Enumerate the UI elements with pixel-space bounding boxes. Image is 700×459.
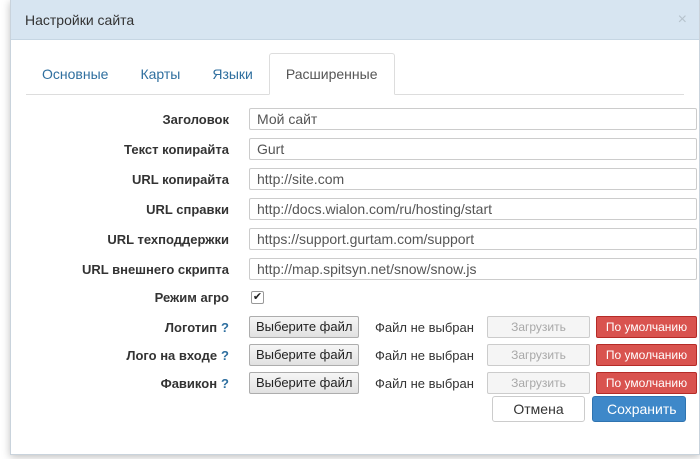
help-icon[interactable]: ? (221, 348, 229, 363)
settings-tabs: Основные Карты Языки Расширенные (26, 53, 684, 95)
cancel-button[interactable]: Отмена (492, 396, 585, 422)
reset-default-button[interactable]: По умолчанию (596, 316, 697, 338)
choose-file-button[interactable]: Выберите файл (249, 344, 360, 366)
agro-mode-checkbox[interactable]: ✔ (251, 290, 264, 304)
support-url-label: URL техподдержки (107, 231, 229, 247)
reset-default-button[interactable]: По умолчанию (596, 372, 697, 394)
login-logo-label: Лого на входе? (126, 347, 229, 363)
upload-button[interactable]: Загрузить (487, 316, 590, 338)
support-url-input[interactable]: https://support.gurtam.com/support (249, 228, 697, 250)
login-logo-row: Лого на входе? Выберите файл Файл не выб… (11, 343, 700, 367)
close-icon[interactable]: × (678, 11, 687, 29)
copyright-text-row: Текст копирайта Gurt (11, 137, 700, 161)
dialog-title: Настройки сайта (25, 11, 135, 28)
copyright-url-input[interactable]: http://site.com (249, 168, 697, 190)
favicon-label: Фавикон? (160, 375, 229, 391)
dialog-footer: Отмена Сохранить (492, 396, 686, 422)
external-script-url-row: URL внешнего скрипта http://map.spitsyn.… (11, 257, 700, 281)
title-label: Заголовок (162, 111, 229, 127)
logo-row: Логотип? Выберите файл Файл не выбран За… (11, 315, 700, 339)
tab-maps[interactable]: Карты (124, 53, 196, 95)
copyright-text-label: Текст копирайта (124, 141, 229, 157)
tab-advanced[interactable]: Расширенные (268, 53, 395, 95)
dialog-titlebar[interactable]: Настройки сайта × (11, 0, 699, 40)
choose-file-button[interactable]: Выберите файл (249, 372, 360, 394)
tab-languages[interactable]: Языки (196, 53, 269, 95)
help-icon[interactable]: ? (221, 320, 229, 335)
help-url-input[interactable]: http://docs.wialon.com/ru/hosting/start (249, 198, 697, 220)
copyright-text-input[interactable]: Gurt (249, 138, 697, 160)
choose-file-button[interactable]: Выберите файл (249, 316, 360, 338)
title-input[interactable]: Мой сайт (249, 108, 697, 130)
upload-button[interactable]: Загрузить (487, 344, 590, 366)
file-status: Файл не выбран (375, 375, 474, 391)
external-script-url-label: URL внешнего скрипта (82, 261, 229, 277)
file-status: Файл не выбран (375, 319, 474, 335)
favicon-row: Фавикон? Выберите файл Файл не выбран За… (11, 371, 700, 395)
help-url-label: URL справки (146, 201, 229, 217)
support-url-row: URL техподдержки https://support.gurtam.… (11, 227, 700, 251)
copyright-url-row: URL копирайта http://site.com (11, 167, 700, 191)
help-icon[interactable]: ? (221, 376, 229, 391)
title-row: Заголовок Мой сайт (11, 107, 700, 131)
copyright-url-label: URL копирайта (132, 171, 229, 187)
file-status: Файл не выбран (375, 347, 474, 363)
reset-default-button[interactable]: По умолчанию (596, 344, 697, 366)
agro-mode-label: Режим агро (154, 289, 229, 305)
tab-general[interactable]: Основные (26, 53, 124, 95)
agro-mode-row: Режим агро ✔ (11, 285, 700, 309)
upload-button[interactable]: Загрузить (487, 372, 590, 394)
site-settings-dialog: Настройки сайта × Основные Карты Языки Р… (10, 0, 700, 455)
logo-label: Логотип? (164, 319, 229, 335)
save-button[interactable]: Сохранить (592, 396, 686, 422)
help-url-row: URL справки http://docs.wialon.com/ru/ho… (11, 197, 700, 221)
external-script-url-input[interactable]: http://map.spitsyn.net/snow/snow.js (249, 258, 697, 280)
